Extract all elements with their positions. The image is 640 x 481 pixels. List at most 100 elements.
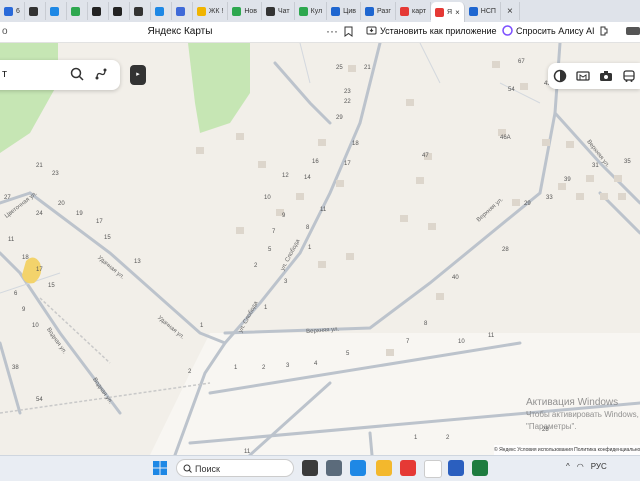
building xyxy=(236,227,244,234)
tab-favicon-icon xyxy=(4,6,13,16)
extension-icon[interactable] xyxy=(598,25,610,37)
tab-favicon-icon xyxy=(28,6,38,16)
tab-label: Кул xyxy=(310,7,323,15)
browser-tab[interactable] xyxy=(109,2,130,20)
browser-tab[interactable]: Цив xyxy=(327,2,361,20)
camera-icon[interactable] xyxy=(599,69,613,83)
house-number: 35 xyxy=(624,159,631,165)
browser-tab[interactable]: Нов xyxy=(228,2,263,20)
house-number: 8 xyxy=(424,321,428,327)
tab-favicon-icon xyxy=(364,6,374,16)
house-number: 29 xyxy=(336,115,343,121)
tab-favicon-icon xyxy=(91,6,101,16)
keyboard-language[interactable]: РУС xyxy=(591,462,607,471)
page-menu-button[interactable]: ··· xyxy=(326,24,338,38)
tab-favicon-icon xyxy=(298,6,308,16)
house-number: 10 xyxy=(32,323,39,329)
map-layer-controls xyxy=(548,63,640,89)
browser-tab[interactable]: Я × xyxy=(431,2,465,22)
search-input[interactable]: т xyxy=(2,68,7,80)
building xyxy=(436,293,444,300)
close-last-tab-icon[interactable]: × xyxy=(501,2,520,20)
house-number: 1 xyxy=(414,435,418,441)
house-number: 15 xyxy=(104,235,111,241)
browser-tab-bar: 6 ЖК ! Нов Чат Кул Цив Разг карт Я × НСП × xyxy=(0,0,640,22)
bookmark-icon[interactable] xyxy=(344,26,353,37)
house-number: 21 xyxy=(364,65,371,71)
building xyxy=(386,349,394,356)
browser-tab[interactable]: карт xyxy=(396,2,432,20)
browser-tab[interactable]: НСП xyxy=(465,2,501,20)
house-number: 2 xyxy=(254,263,258,269)
house-number: 23 xyxy=(344,89,351,95)
word-icon[interactable] xyxy=(448,460,464,476)
system-tray: ^ ◠ РУС xyxy=(566,462,607,471)
browser-tab[interactable] xyxy=(130,2,151,20)
transport-icon[interactable] xyxy=(622,69,636,83)
collapse-panel-button[interactable]: ▸ xyxy=(130,65,146,85)
house-number: 17 xyxy=(344,161,351,167)
yandex-app-icon[interactable] xyxy=(424,460,442,478)
tab-label: ЖК ! xyxy=(208,7,224,15)
house-number: 24 xyxy=(36,211,43,217)
browser-tab[interactable] xyxy=(88,2,109,20)
house-number: 17 xyxy=(96,219,103,225)
house-number: 38 xyxy=(12,365,19,371)
tab-favicon-icon xyxy=(154,6,164,16)
panorama-icon[interactable] xyxy=(575,69,590,83)
house-number: 3 xyxy=(284,279,288,285)
page-title: Яндекс Карты xyxy=(147,26,213,37)
browser-tab[interactable] xyxy=(46,2,67,20)
house-number: 31 xyxy=(592,163,599,169)
sidebar-toggle-icon[interactable] xyxy=(626,27,640,35)
search-icon[interactable] xyxy=(70,67,84,81)
building xyxy=(336,180,344,187)
file-explorer-icon[interactable] xyxy=(376,460,392,476)
install-app-button[interactable]: Установить как приложение xyxy=(366,25,497,36)
house-number: 15 xyxy=(48,283,55,289)
building xyxy=(600,193,608,200)
ask-alice-button[interactable]: Спросить Алису AI xyxy=(502,25,595,36)
building xyxy=(566,141,574,148)
house-number: 16 xyxy=(312,159,319,165)
map-canvas[interactable]: 21 23 27 24 20 19 17 15 18 11 17 15 13 6… xyxy=(0,43,640,455)
browser-tab[interactable]: Разг xyxy=(361,2,396,20)
browser-tab[interactable]: 6 xyxy=(0,2,25,20)
map-search-box[interactable]: т xyxy=(0,60,120,90)
forest-area xyxy=(188,43,250,133)
tab-label: НСП xyxy=(480,7,496,15)
windows-start-icon[interactable] xyxy=(153,461,167,475)
route-icon[interactable] xyxy=(94,67,108,81)
house-number: 2 xyxy=(262,365,266,371)
tab-favicon-icon xyxy=(399,6,409,16)
browser-tab[interactable] xyxy=(151,2,172,20)
house-number: 20 xyxy=(58,201,65,207)
edge-browser-icon[interactable] xyxy=(350,460,366,476)
house-number: 33 xyxy=(546,195,553,201)
map-attribution[interactable]: © Яндекс Условия использования Политика … xyxy=(494,445,640,455)
widgets-icon[interactable] xyxy=(326,460,342,476)
house-number: 13 xyxy=(134,259,141,265)
browser-tab[interactable]: ЖК ! xyxy=(193,2,229,20)
layers-icon[interactable] xyxy=(553,69,567,83)
wifi-icon[interactable]: ◠ xyxy=(577,462,584,471)
house-number: 3 xyxy=(286,363,290,369)
search-icon xyxy=(183,464,192,473)
browser-tab[interactable] xyxy=(172,2,193,20)
browser-tab[interactable] xyxy=(25,2,46,20)
browser-tab[interactable]: Чат xyxy=(262,2,295,20)
browser-tab[interactable] xyxy=(67,2,88,20)
task-view-icon[interactable] xyxy=(302,460,318,476)
house-number: 54 xyxy=(508,87,515,93)
house-number: 54 xyxy=(36,397,43,403)
taskbar-search[interactable]: Поиск xyxy=(176,459,294,477)
house-number: 4 xyxy=(314,361,318,367)
browser-tab[interactable]: Кул xyxy=(295,2,328,20)
excel-icon[interactable] xyxy=(472,460,488,476)
tab-label: Разг xyxy=(376,7,391,15)
close-tab-icon[interactable]: × xyxy=(455,8,460,17)
building xyxy=(258,161,266,168)
yandex-browser-icon[interactable] xyxy=(400,460,416,476)
building xyxy=(558,183,566,190)
chevron-up-icon[interactable]: ^ xyxy=(566,462,570,471)
